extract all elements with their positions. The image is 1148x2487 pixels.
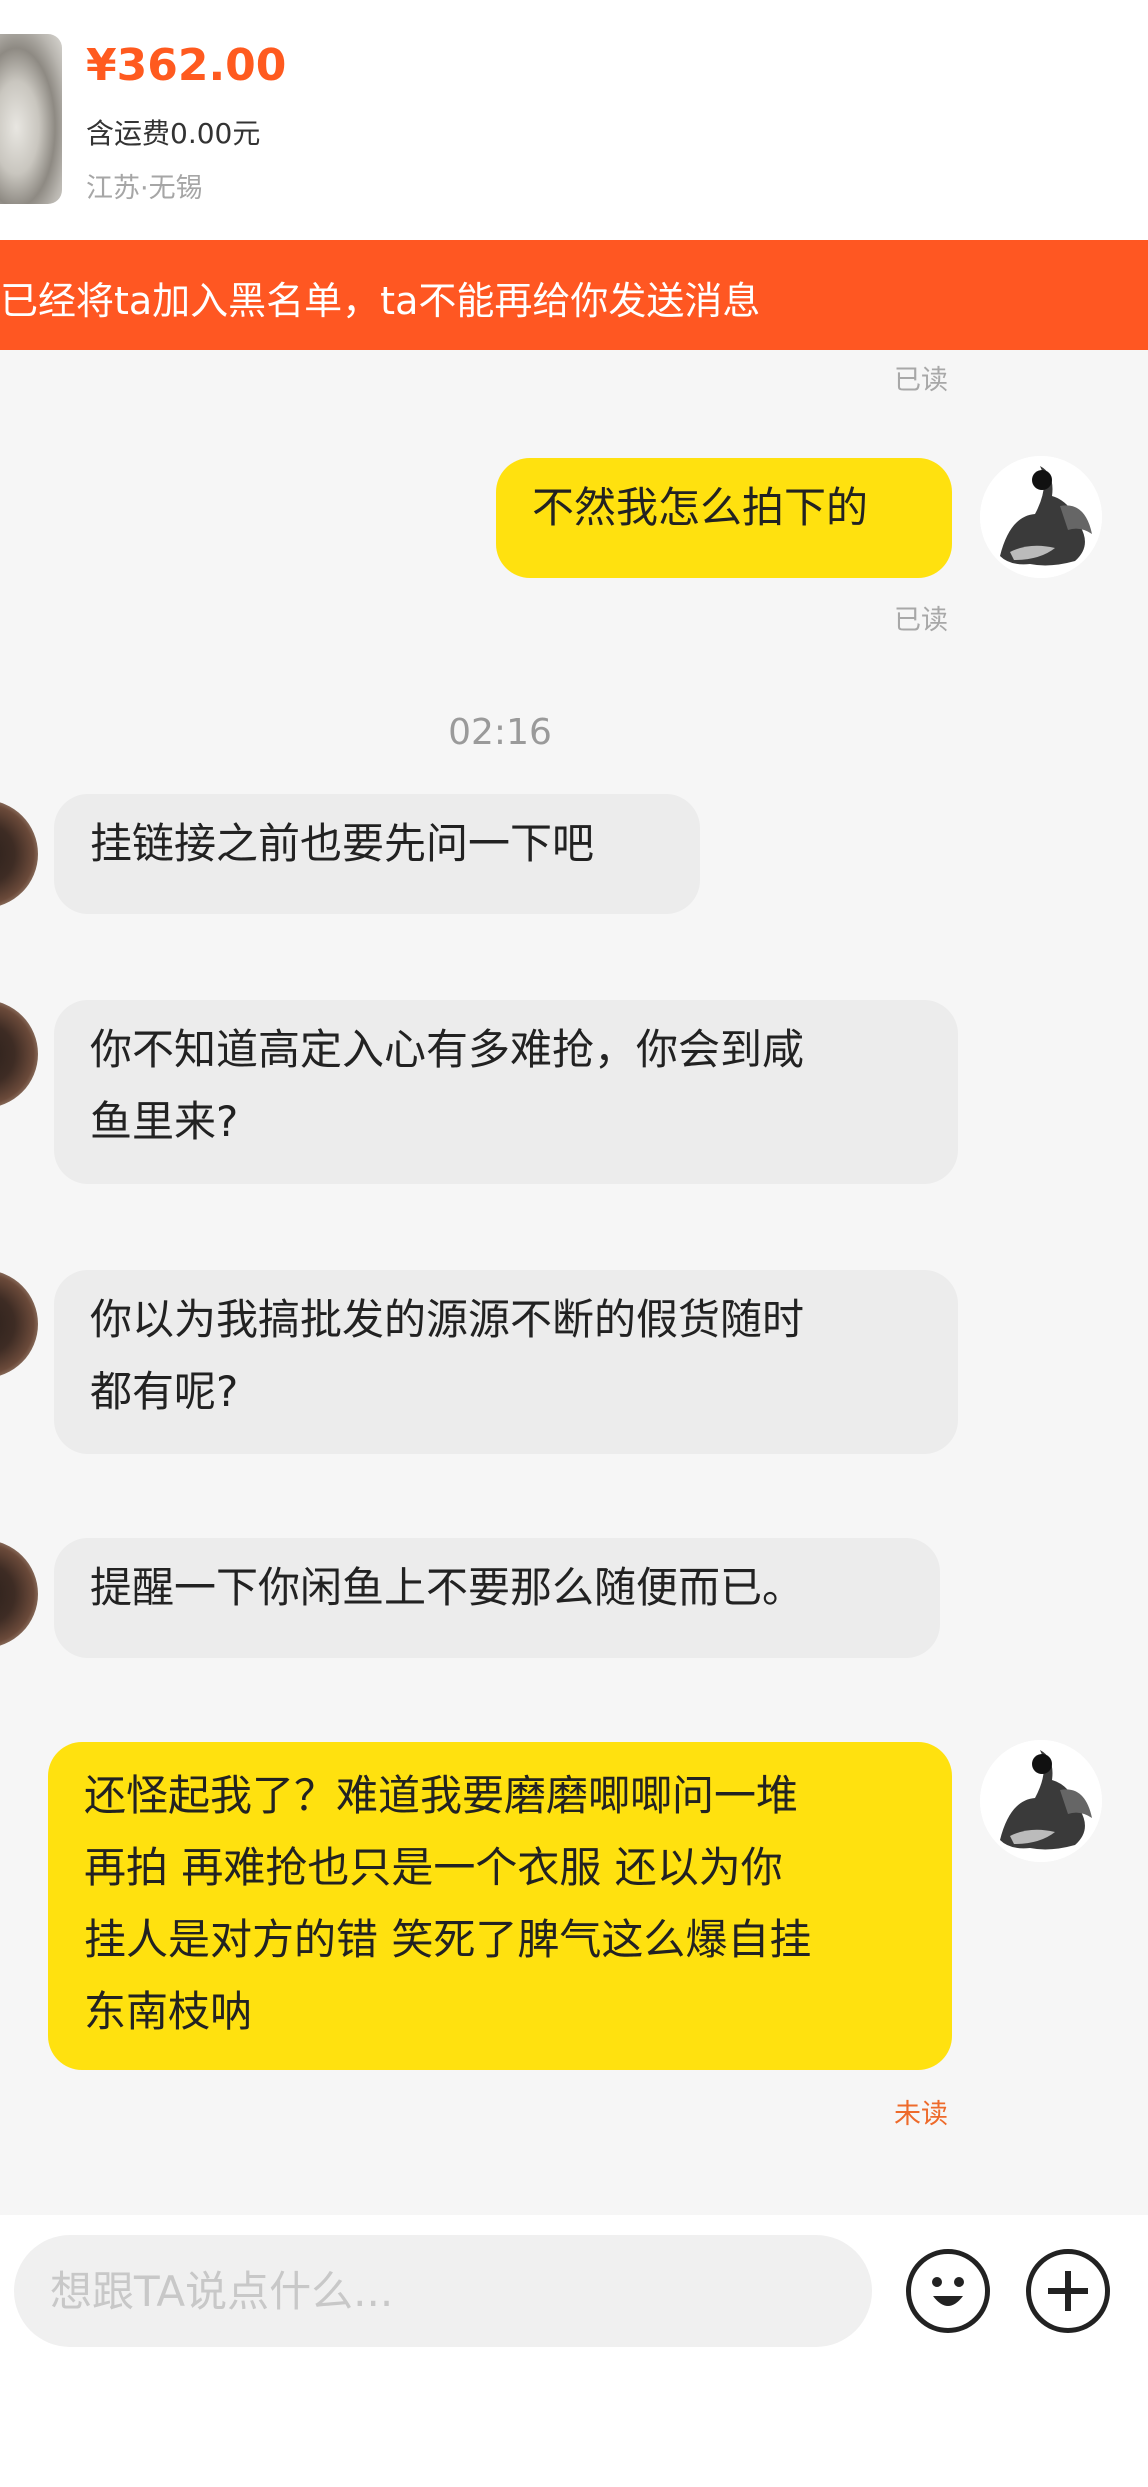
emoji-icon — [932, 2277, 964, 2306]
message-bubble-outgoing[interactable]: 不然我怎么拍下的 — [496, 458, 952, 578]
product-header[interactable]: ¥362.00 含运费0.00元 江苏·无锡 — [0, 0, 1148, 240]
product-price: ¥362.00 — [86, 40, 287, 91]
product-location: 江苏·无锡 — [86, 173, 203, 204]
message-text: 不然我怎么拍下的 — [532, 483, 869, 532]
self-avatar-illustration — [980, 1740, 1102, 1862]
other-avatar[interactable] — [0, 1540, 38, 1648]
message-bubble-incoming[interactable]: 挂链接之前也要先问一下吧 — [54, 794, 700, 914]
read-status: 已读 — [894, 365, 948, 396]
message-bubble-outgoing[interactable]: 还怪起我了？难道我要磨磨唧唧问一堆 再拍 再难抢也只是一个衣服 还以为你 挂人是… — [48, 1742, 952, 2070]
message-text-line: 你不知道高定入心有多难抢，你会到咸 — [90, 1025, 805, 1074]
message-text: 提醒一下你闲鱼上不要那么随便而已。 — [90, 1563, 805, 1612]
blacklist-banner: 已经将ta加入黑名单，ta不能再给你发送消息 — [0, 240, 1148, 350]
message-bubble-incoming[interactable]: 提醒一下你闲鱼上不要那么随便而已。 — [54, 1538, 940, 1658]
self-avatar[interactable] — [980, 1740, 1102, 1862]
emoji-button[interactable] — [906, 2249, 990, 2333]
message-input[interactable] — [14, 2235, 872, 2347]
message-text-line: 你以为我搞批发的源源不断的假货随时 — [90, 1295, 805, 1344]
self-avatar-illustration — [980, 456, 1102, 578]
message-text-line: 还怪起我了？难道我要磨磨唧唧问一堆 — [84, 1771, 799, 1820]
other-avatar[interactable] — [0, 1270, 38, 1378]
blacklist-banner-text: 已经将ta加入黑名单，ta不能再给你发送消息 — [0, 279, 761, 323]
read-status: 已读 — [894, 605, 948, 636]
message-input-bar — [0, 2215, 1148, 2487]
message-text-line: 都有呢? — [90, 1367, 239, 1416]
product-shipping: 含运费0.00元 — [86, 117, 261, 150]
unread-status: 未读 — [894, 2099, 948, 2130]
chat-screen: ¥362.00 含运费0.00元 江苏·无锡 已经将ta加入黑名单，ta不能再给… — [0, 0, 1148, 2487]
message-text-line: 挂人是对方的错 笑死了脾气这么爆自挂 — [84, 1915, 812, 1964]
message-bubble-incoming[interactable]: 你以为我搞批发的源源不断的假货随时 都有呢? — [54, 1270, 958, 1454]
message-text-line: 再拍 再难抢也只是一个衣服 还以为你 — [84, 1843, 783, 1892]
add-button[interactable] — [1026, 2249, 1110, 2333]
message-text-line: 东南枝呐 — [84, 1987, 253, 2036]
message-bubble-incoming[interactable]: 你不知道高定入心有多难抢，你会到咸 鱼里来? — [54, 1000, 958, 1184]
self-avatar[interactable] — [980, 456, 1102, 578]
other-avatar[interactable] — [0, 800, 38, 908]
other-avatar[interactable] — [0, 1000, 38, 1108]
message-text-line: 鱼里来? — [90, 1097, 239, 1146]
message-timestamp: 02:16 — [448, 712, 552, 753]
plus-icon — [1048, 2271, 1088, 2311]
message-text: 挂链接之前也要先问一下吧 — [90, 819, 595, 868]
product-thumbnail[interactable] — [0, 34, 62, 204]
